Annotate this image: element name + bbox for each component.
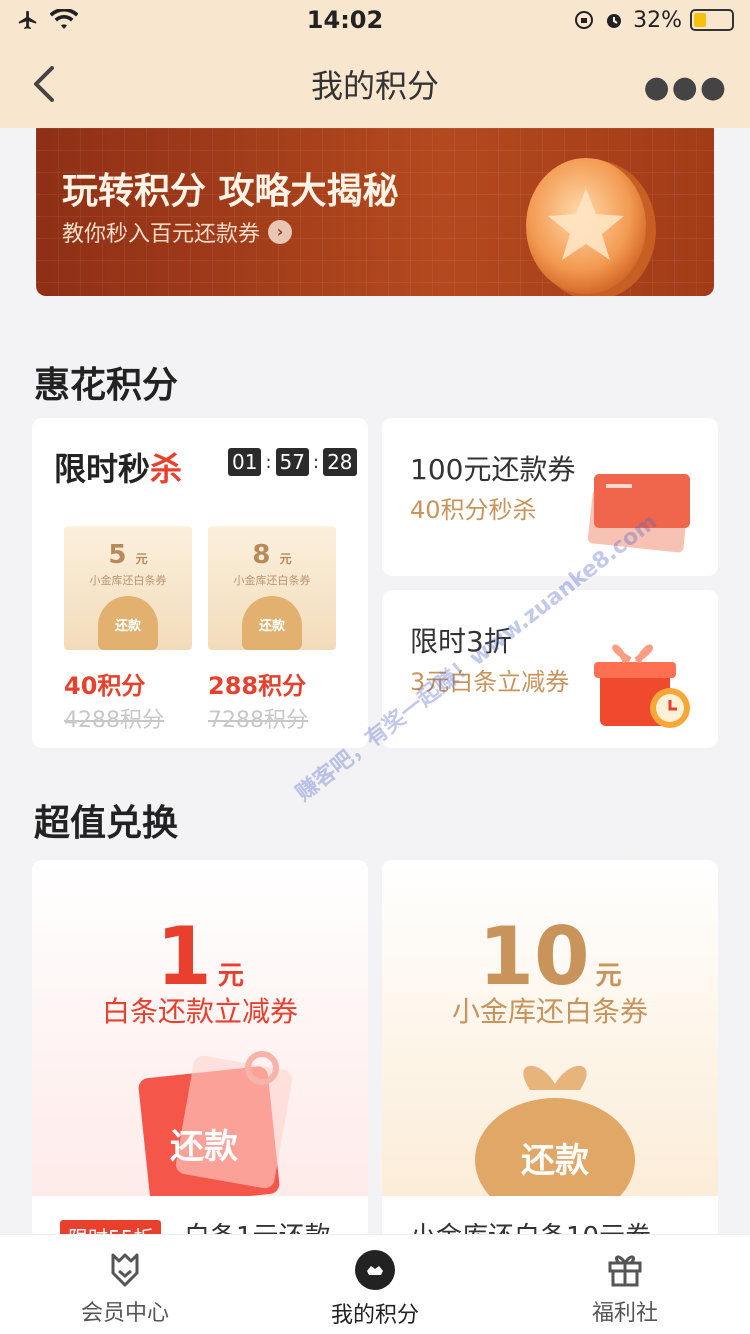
coupon-points: 40积分 bbox=[64, 672, 146, 700]
nav-bar: 我的积分 ●●● bbox=[0, 40, 750, 128]
coupon-original-points: 7288积分 bbox=[208, 708, 308, 733]
vip-badge-icon bbox=[111, 1253, 139, 1287]
coupon-points: 288积分 bbox=[208, 672, 307, 700]
section-title-points: 惠花积分 bbox=[34, 365, 179, 406]
chevron-right-icon: › bbox=[268, 220, 293, 244]
rotation-lock-icon bbox=[575, 11, 594, 29]
coin-icon bbox=[526, 158, 656, 296]
timer-hours: 01 bbox=[228, 448, 262, 476]
banner-subtitle[interactable]: 教你秒入百元还款券 › bbox=[62, 216, 293, 248]
coupon-amount: 5 元 bbox=[108, 540, 148, 570]
tab-welfare[interactable]: 福利社 bbox=[500, 1235, 750, 1334]
exchange-card-2[interactable]: 10 元 小金库还白条券 还款 小金库还白条10元券 bbox=[382, 860, 718, 1240]
coupon-desc: 小金库还白条券 bbox=[233, 574, 311, 587]
exchange-label: 白条还款立减券 bbox=[101, 995, 298, 1028]
flash-sale-title: 限时秒杀 bbox=[54, 450, 183, 488]
bottom-tab-bar: 会员中心 我的积分 福利社 bbox=[0, 1234, 750, 1334]
gift-icon bbox=[608, 1255, 642, 1287]
repay-coupon-card[interactable]: 100元还款券 40积分秒杀 bbox=[382, 418, 718, 576]
coupon-original-points: 4288积分 bbox=[64, 708, 164, 733]
repay-coupon-subtitle: 40积分秒杀 bbox=[410, 496, 537, 524]
repay-ticket-text: 还款 bbox=[170, 1127, 238, 1167]
tab-label: 会员中心 bbox=[80, 1301, 169, 1326]
flash-coupon-2[interactable]: 8 元 小金库还白条券 还款 bbox=[208, 526, 336, 650]
exchange-card-1[interactable]: 1元 白条还款立减券 还款 限时55折 白条1元还款 bbox=[32, 860, 368, 1240]
page-title: 我的积分 bbox=[310, 67, 439, 105]
airplane-icon bbox=[18, 10, 37, 30]
status-time: 14:02 bbox=[306, 6, 384, 34]
discount-subtitle: 3元白条立减券 bbox=[410, 668, 570, 696]
money-bag-icon: 还款 bbox=[475, 1065, 635, 1200]
tab-member-center[interactable]: 会员中心 bbox=[0, 1235, 250, 1334]
section-title-exchange: 超值兑换 bbox=[34, 803, 179, 844]
battery-percent: 32% bbox=[633, 7, 682, 33]
discount-title: 限时3折 bbox=[410, 625, 512, 658]
gift-box-icon bbox=[594, 644, 690, 728]
more-icon[interactable]: ●●● bbox=[643, 70, 728, 105]
points-icon bbox=[355, 1250, 395, 1290]
timer-seconds: 28 bbox=[323, 448, 357, 476]
battery-icon bbox=[690, 9, 734, 31]
repay-coupon-title: 100元还款券 bbox=[410, 453, 576, 486]
exchange-label: 小金库还白条券 bbox=[451, 995, 648, 1028]
tab-my-points[interactable]: 我的积分 bbox=[250, 1235, 500, 1334]
coupon-amount: 8 元 bbox=[252, 540, 292, 570]
coupon-desc: 小金库还白条券 bbox=[89, 574, 167, 587]
discount-card[interactable]: 限时3折 3元白条立减券 bbox=[382, 590, 718, 748]
promo-banner[interactable]: 玩转积分 攻略大揭秘 教你秒入百元还款券 › bbox=[36, 128, 714, 296]
money-bag-text: 还款 bbox=[521, 1141, 589, 1181]
coupon-card-icon bbox=[587, 474, 690, 553]
countdown-timer: 01: 57: 28 bbox=[228, 448, 357, 476]
flash-coupon-1[interactable]: 5 元 小金库还白条券 还款 bbox=[64, 526, 192, 650]
money-bag-icon: 还款 bbox=[98, 596, 158, 650]
repay-ticket-icon: 还款 bbox=[138, 1051, 293, 1200]
timer-minutes: 57 bbox=[275, 448, 309, 476]
flash-sale-card[interactable]: 限时秒杀 01: 57: 28 5 元 小金库还白条券 还款 40积分 4288… bbox=[32, 418, 368, 748]
wifi-icon bbox=[50, 9, 78, 29]
status-right: 32% bbox=[554, 8, 734, 33]
alarm-icon bbox=[607, 14, 622, 28]
banner-headline: 玩转积分 攻略大揭秘 bbox=[62, 171, 399, 212]
back-arrow-icon[interactable] bbox=[26, 62, 66, 106]
money-bag-icon: 还款 bbox=[242, 596, 302, 650]
status-left bbox=[16, 9, 136, 31]
tab-label: 福利社 bbox=[591, 1301, 658, 1326]
banner-subtitle-text: 教你秒入百元还款券 bbox=[62, 222, 261, 247]
status-bar: 14:02 32% bbox=[0, 0, 750, 40]
tab-label: 我的积分 bbox=[330, 1303, 419, 1328]
